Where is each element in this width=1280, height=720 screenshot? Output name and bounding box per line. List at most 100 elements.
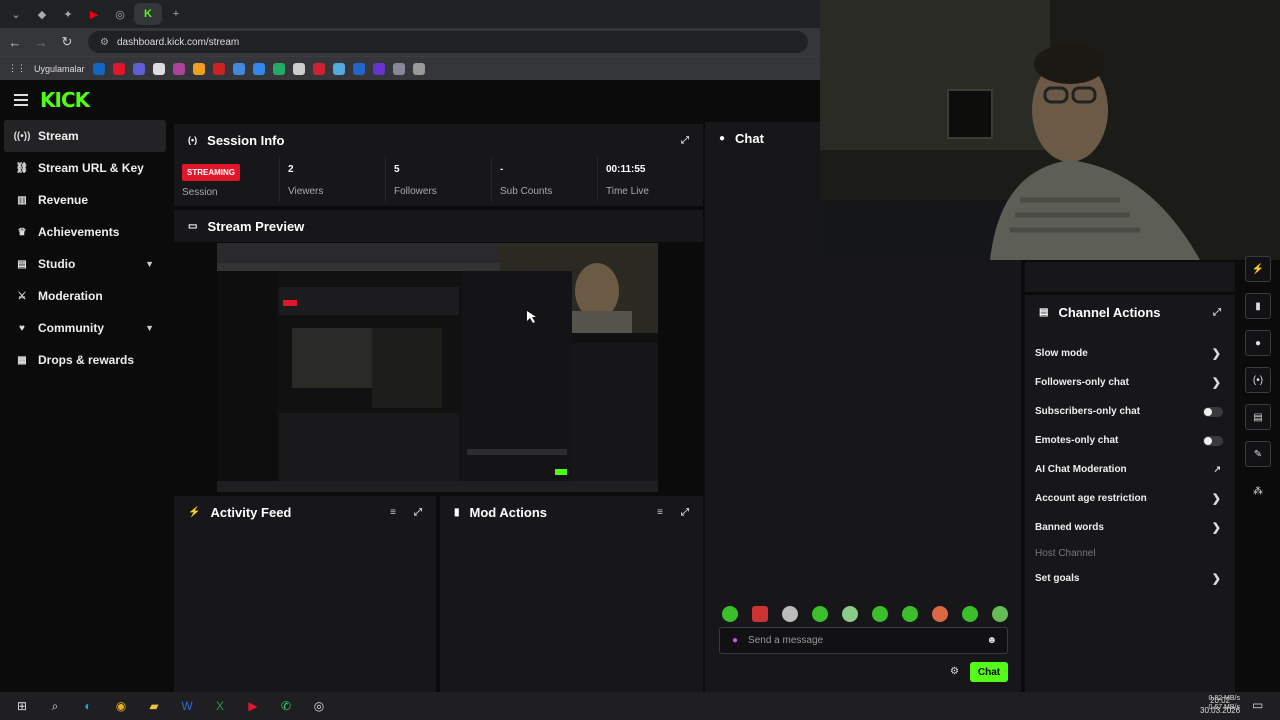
reload-icon[interactable]: ↻	[56, 31, 78, 53]
folder-icon[interactable]: ▰	[143, 696, 165, 716]
url-field[interactable]: ⚙ dashboard.kick.com/stream	[88, 31, 808, 53]
chrome-icon[interactable]: ◉	[110, 696, 132, 716]
kick-logo[interactable]: KICK	[40, 88, 90, 112]
emoji-icon[interactable]: ☻	[986, 635, 997, 646]
browser-tab-active[interactable]: K	[134, 3, 162, 25]
action-followers-only[interactable]: Followers-only chat ❯	[1025, 368, 1235, 397]
sidebar-item-drops-rewards[interactable]: ▦ Drops & rewards	[0, 344, 170, 376]
word-icon[interactable]: W	[176, 696, 198, 716]
chat-bubble-icon[interactable]: ●	[1245, 330, 1271, 356]
browser-tab[interactable]: ▶	[82, 3, 106, 25]
bookmark-icon[interactable]	[272, 62, 285, 75]
emote-icon[interactable]	[752, 606, 768, 622]
stream-icon: ((•))	[13, 130, 31, 142]
site-info-icon[interactable]: ⚙	[100, 37, 109, 48]
bolt-icon[interactable]: ⚡	[1245, 256, 1271, 282]
back-icon[interactable]: ←	[4, 31, 26, 53]
bookmark-icon[interactable]	[412, 62, 425, 75]
browser-tab[interactable]: ◆	[30, 3, 54, 25]
sidebar-item-studio[interactable]: ▤ Studio ▼	[0, 248, 170, 280]
notification-icon[interactable]: ▭	[1252, 698, 1263, 712]
emote-icon[interactable]	[782, 606, 798, 622]
stream-icon[interactable]: (•)	[1245, 367, 1271, 393]
activity-feed-panel: ⚡ Activity Feed ≡ ⤢	[174, 496, 436, 692]
emote-icon[interactable]	[872, 606, 888, 622]
expand-icon[interactable]: ⤢	[1213, 307, 1221, 318]
subs-value: -	[500, 164, 504, 175]
whatsapp-icon[interactable]: ✆	[275, 696, 297, 716]
actions-icon[interactable]: ▤	[1245, 404, 1271, 430]
action-label: Slow mode	[1035, 348, 1088, 359]
expand-icon[interactable]: ⤢	[681, 507, 689, 518]
emote-icon[interactable]	[902, 606, 918, 622]
action-ai-moderation[interactable]: AI Chat Moderation ↗	[1025, 455, 1235, 484]
bookmark-icon[interactable]	[132, 62, 145, 75]
windows-start-icon[interactable]: ⊞	[11, 696, 33, 716]
action-label: Subscribers-only chat	[1035, 406, 1141, 417]
bookmark-apps[interactable]: Uygulamalar	[34, 64, 85, 74]
bookmark-icon[interactable]	[112, 62, 125, 75]
emote-icon[interactable]	[812, 606, 828, 622]
expand-icon[interactable]: ⤢	[681, 135, 689, 146]
emote-icon[interactable]	[932, 606, 948, 622]
sidebar-item-stream-url-key[interactable]: ⛓ Stream URL & Key	[0, 152, 170, 184]
subscribers-only-toggle[interactable]	[1203, 406, 1223, 417]
search-icon[interactable]: ⌕	[44, 696, 66, 716]
emote-icon[interactable]	[992, 606, 1008, 622]
sidebar-item-revenue[interactable]: ▥ Revenue	[0, 184, 170, 216]
emote-icon[interactable]	[962, 606, 978, 622]
media-icon[interactable]: ▶	[242, 696, 264, 716]
obs-icon[interactable]: ◎	[308, 696, 330, 716]
action-slow-mode[interactable]: Slow mode ❯	[1025, 339, 1235, 368]
stream-preview-title: Stream Preview	[207, 218, 305, 234]
sidebar-item-stream[interactable]: ((•)) Stream	[4, 120, 166, 152]
expand-icon[interactable]: ⤢	[414, 507, 422, 518]
sidebar-item-moderation[interactable]: ⚔ Moderation	[0, 280, 170, 312]
bookmark-icon[interactable]	[212, 62, 225, 75]
apps-icon[interactable]: ⋮⋮	[8, 63, 26, 74]
wrench-icon[interactable]: ✎	[1245, 441, 1271, 467]
microphone-icon[interactable]: ●	[732, 635, 738, 646]
emotes-only-toggle[interactable]	[1203, 435, 1223, 446]
share-icon[interactable]: ⁂	[1245, 478, 1271, 504]
time-live-label: Time Live	[606, 186, 649, 197]
bookmark-icon[interactable]	[332, 62, 345, 75]
bookmark-icon[interactable]	[292, 62, 305, 75]
send-chat-button[interactable]: Chat	[970, 662, 1008, 682]
tab-list-button[interactable]: ⌄	[4, 3, 28, 25]
excel-icon[interactable]: X	[209, 696, 231, 716]
stream-preview-video[interactable]	[217, 243, 658, 492]
action-banned-words[interactable]: Banned words ❯	[1025, 513, 1235, 542]
new-tab-button[interactable]: +	[164, 3, 188, 25]
forward-icon[interactable]: →	[30, 31, 52, 53]
bookmark-icon[interactable]	[152, 62, 165, 75]
sidebar-item-community[interactable]: ♥ Community ▼	[0, 312, 170, 344]
clipboard-icon[interactable]: ▮	[1245, 293, 1271, 319]
edge-icon[interactable]: ◐	[77, 696, 99, 716]
bookmark-icon[interactable]	[352, 62, 365, 75]
emote-icon[interactable]	[722, 606, 738, 622]
bookmark-icon[interactable]	[232, 62, 245, 75]
menu-icon[interactable]	[14, 94, 28, 106]
emote-icon[interactable]	[842, 606, 858, 622]
filter-icon[interactable]: ≡	[390, 507, 396, 518]
bookmark-icon[interactable]	[252, 62, 265, 75]
chat-settings-icon[interactable]: ⚙	[950, 666, 959, 677]
sidebar-item-achievements[interactable]: ♛ Achievements	[0, 216, 170, 248]
bookmark-icon[interactable]	[372, 62, 385, 75]
browser-tab[interactable]: ◎	[108, 3, 132, 25]
url-text: dashboard.kick.com/stream	[116, 36, 240, 48]
bookmark-icon[interactable]	[192, 62, 205, 75]
chat-title: Chat	[735, 130, 764, 146]
bookmark-icon[interactable]	[92, 62, 105, 75]
chat-message-input[interactable]: ● Send a message ☻	[719, 627, 1008, 654]
bookmark-icon[interactable]	[392, 62, 405, 75]
browser-tab[interactable]: ✦	[56, 3, 80, 25]
bookmark-icon[interactable]	[172, 62, 185, 75]
filter-icon[interactable]: ≡	[657, 507, 663, 518]
action-account-age[interactable]: Account age restriction ❯	[1025, 484, 1235, 513]
action-set-goals[interactable]: Set goals ❯	[1025, 564, 1235, 593]
bookmark-icon[interactable]	[312, 62, 325, 75]
session-stats: STREAMING Session 2 Viewers 5 Followers - S…	[174, 156, 703, 202]
tray-clock[interactable]: 20:02 30.03.2026	[1200, 696, 1240, 716]
